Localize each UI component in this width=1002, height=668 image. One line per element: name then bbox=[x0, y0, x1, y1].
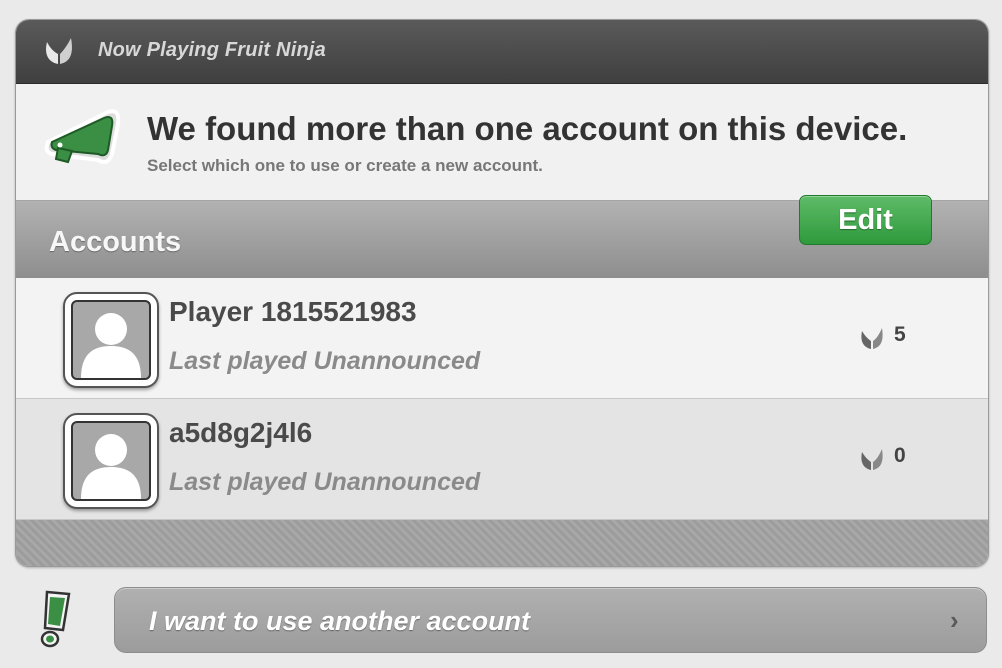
account-row[interactable]: a5d8g2j4l6 Last played Unannounced 0 bbox=[16, 399, 988, 520]
notice-section: We found more than one account on this d… bbox=[16, 84, 988, 200]
person-icon bbox=[81, 313, 141, 378]
account-name: Player 1815521983 bbox=[169, 296, 417, 327]
exclamation-icon bbox=[40, 590, 71, 648]
account-name: a5d8g2j4l6 bbox=[169, 417, 313, 448]
avatar bbox=[63, 413, 159, 509]
accounts-heading: Accounts bbox=[49, 226, 182, 258]
account-score: 5 bbox=[894, 323, 906, 346]
edit-button[interactable]: Edit bbox=[799, 195, 932, 245]
notice-headline: We found more than one account on this d… bbox=[147, 110, 908, 147]
page-title: Now Playing Fruit Ninja bbox=[98, 39, 326, 61]
leaf-logo-icon bbox=[46, 38, 72, 64]
avatar bbox=[63, 292, 159, 388]
notice-subtext: Select which one to use or create a new … bbox=[147, 156, 543, 175]
leaf-score-icon bbox=[861, 449, 883, 470]
leaf-score-icon bbox=[861, 328, 883, 349]
use-another-account-button[interactable]: I want to use another account › bbox=[114, 587, 987, 653]
person-icon bbox=[81, 434, 141, 499]
account-last-played: Last played Unannounced bbox=[169, 347, 481, 375]
megaphone-icon bbox=[44, 109, 121, 164]
account-last-played: Last played Unannounced bbox=[169, 468, 481, 496]
account-row[interactable]: Player 1815521983 Last played Unannounce… bbox=[16, 278, 988, 399]
accounts-panel: Now Playing Fruit Ninja We found more th… bbox=[15, 19, 989, 567]
another-account-label: I want to use another account bbox=[149, 606, 531, 636]
title-bar: Now Playing Fruit Ninja bbox=[16, 20, 988, 84]
panel-footer-stripes bbox=[16, 520, 988, 566]
chevron-right-icon: › bbox=[950, 605, 959, 635]
account-score: 0 bbox=[894, 444, 906, 467]
